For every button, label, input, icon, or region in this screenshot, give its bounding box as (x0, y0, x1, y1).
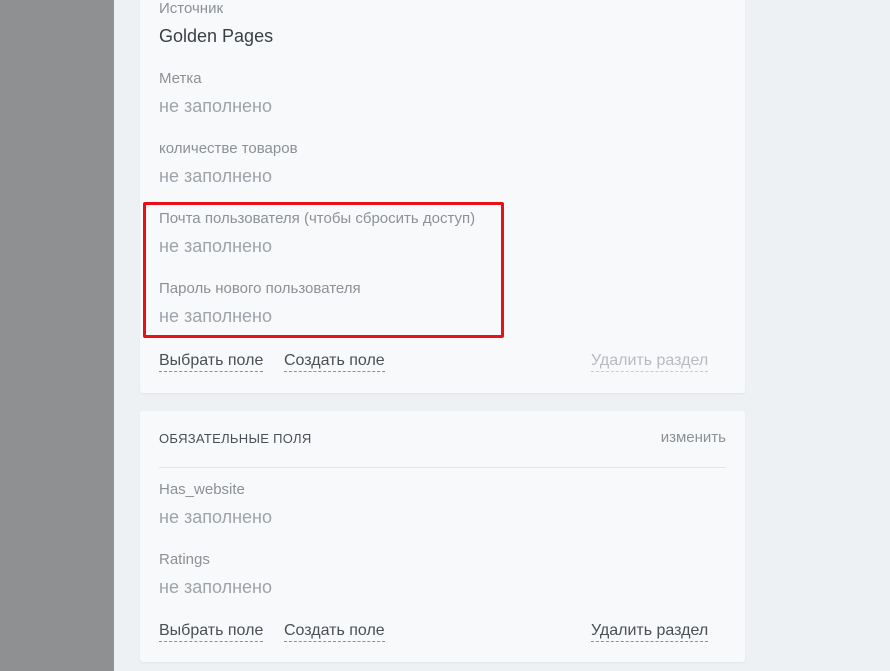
field-value: не заполнено (159, 96, 272, 116)
section-title: ОБЯЗАТЕЛЬНЫЕ ПОЛЯ (159, 431, 312, 446)
field-tag[interactable]: Метка не заполнено (159, 70, 272, 117)
field-ratings[interactable]: Ratings не заполнено (159, 551, 272, 598)
create-field-link[interactable]: Создать поле (284, 351, 385, 372)
field-product-count[interactable]: количестве товаров не заполнено (159, 140, 298, 187)
field-source[interactable]: Источник Golden Pages (159, 0, 273, 47)
field-label: Ratings (159, 551, 210, 568)
field-new-user-password[interactable]: Пароль нового пользователя не заполнено (159, 280, 361, 327)
custom-fields-section: Источник Golden Pages Метка не заполнено… (140, 0, 745, 393)
required-fields-section: ОБЯЗАТЕЛЬНЫЕ ПОЛЯ изменить Has_website н… (140, 411, 745, 662)
field-label: Почта пользователя (чтобы сбросить досту… (159, 210, 476, 227)
delete-section-link[interactable]: Удалить раздел (591, 351, 709, 372)
field-label: количестве товаров (159, 140, 298, 157)
field-label: Метка (159, 70, 202, 87)
field-value: не заполнено (159, 507, 272, 527)
select-field-link[interactable]: Выбрать поле (159, 621, 264, 642)
create-field-link[interactable]: Создать поле (284, 621, 385, 642)
field-has-website[interactable]: Has_website не заполнено (159, 481, 272, 528)
field-value: не заполнено (159, 236, 272, 256)
delete-section-link[interactable]: Удалить раздел (591, 621, 709, 642)
field-value: Golden Pages (159, 26, 274, 46)
field-label: Пароль нового пользователя (159, 280, 361, 297)
left-sidebar-panel (0, 0, 114, 671)
divider (159, 467, 726, 468)
edit-section-link[interactable]: изменить (661, 429, 726, 446)
field-value: не заполнено (159, 306, 272, 326)
field-user-email[interactable]: Почта пользователя (чтобы сбросить досту… (159, 210, 475, 257)
field-label: Has_website (159, 481, 245, 498)
field-value: не заполнено (159, 166, 272, 186)
field-label: Источник (159, 0, 224, 17)
select-field-link[interactable]: Выбрать поле (159, 351, 264, 372)
field-value: не заполнено (159, 577, 272, 597)
